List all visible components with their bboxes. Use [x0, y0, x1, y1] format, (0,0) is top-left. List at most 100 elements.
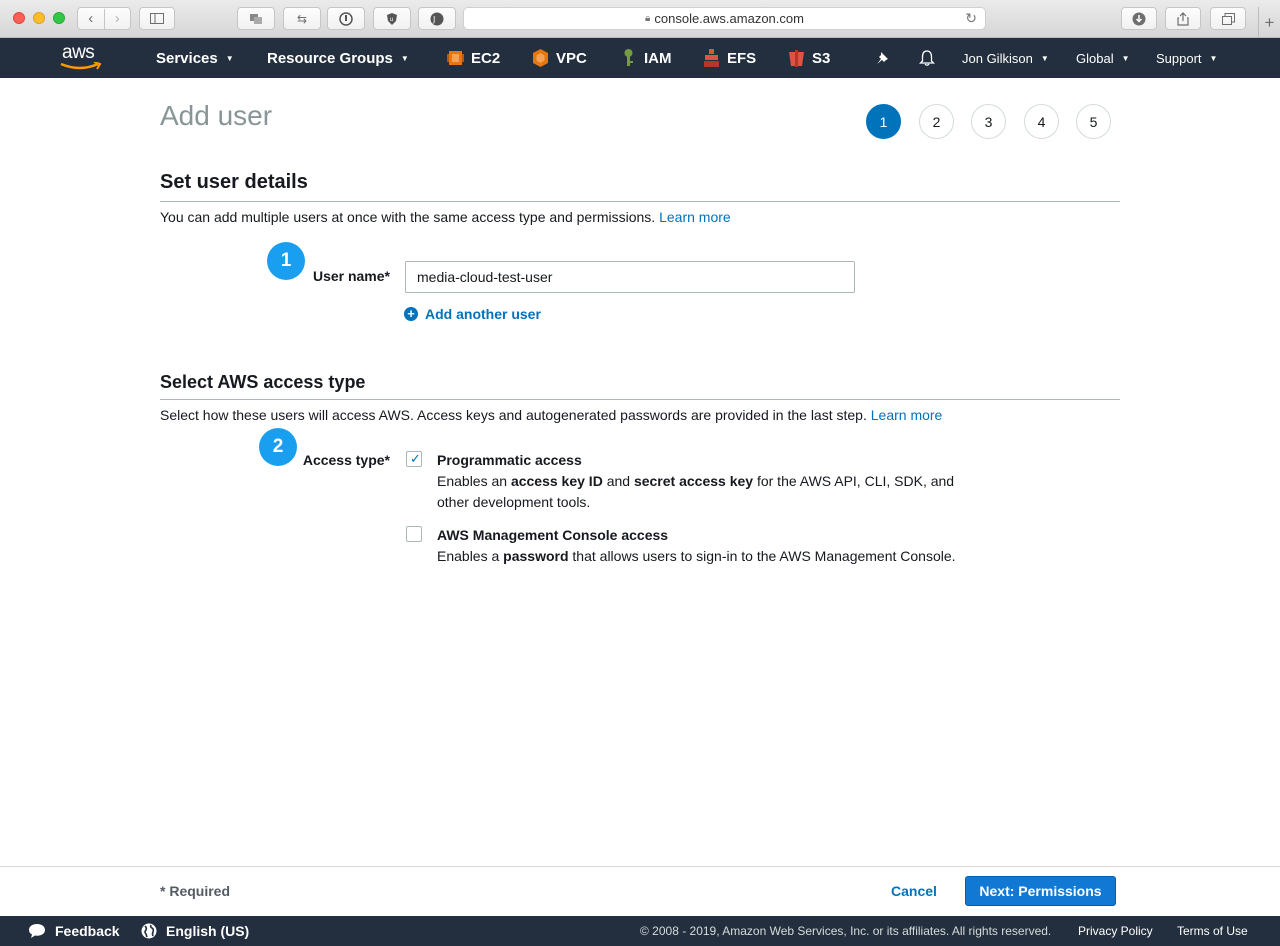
iam-label: IAM — [644, 49, 672, 67]
aws-top-nav: aws Services ▼ Resource Groups ▼ EC2 VPC I… — [0, 38, 1280, 78]
desc-text: Enables a — [437, 548, 504, 564]
ec2-label: EC2 — [471, 49, 501, 67]
bell-icon — [919, 50, 935, 66]
new-tab-button[interactable]: + — [1258, 7, 1280, 38]
efs-label: EFS — [727, 49, 757, 67]
svg-text:u: u — [390, 16, 394, 23]
console-access-checkbox[interactable] — [406, 526, 422, 542]
sidebar-toggle-button[interactable] — [139, 7, 175, 30]
learn-more-link[interactable]: Learn more — [659, 209, 731, 225]
caret-down-icon: ▼ — [1040, 53, 1049, 63]
downloads-button[interactable] — [1121, 7, 1157, 30]
shield-extension-button[interactable]: u — [373, 7, 411, 30]
s3-label: S3 — [812, 49, 831, 67]
cancel-button[interactable]: Cancel — [891, 883, 937, 899]
share-button[interactable] — [1165, 7, 1201, 30]
next-permissions-button[interactable]: Next: Permissions — [965, 876, 1116, 906]
learn-more-link[interactable]: Learn more — [871, 407, 943, 423]
extension-button-2[interactable]: ⇆ — [283, 7, 321, 30]
shortcut-efs[interactable]: EFS — [703, 38, 756, 78]
desc-text: and — [602, 473, 634, 489]
s3-bucket-icon — [789, 50, 804, 67]
account-menu[interactable]: Jon Gilkison ▼ — [962, 38, 1049, 78]
console-access-description: Enables a password that allows users to … — [437, 546, 1037, 567]
share-icon — [1177, 11, 1189, 26]
divider — [160, 201, 1120, 202]
aws-logo[interactable]: aws — [60, 42, 102, 72]
feedback-button[interactable]: Feedback — [28, 916, 120, 946]
desc-bold: password — [503, 548, 569, 564]
tabs-icon — [1221, 12, 1235, 25]
svg-text:J: J — [432, 15, 435, 24]
password-button[interactable] — [327, 7, 365, 30]
extension-icon — [250, 13, 262, 24]
user-details-description: You can add multiple users at once with … — [160, 209, 731, 225]
pin-button[interactable] — [876, 38, 890, 78]
programmatic-access-description: Enables an access key ID and secret acce… — [437, 471, 967, 513]
notifications-button[interactable] — [919, 38, 935, 78]
caret-down-icon: ▼ — [1209, 53, 1218, 63]
efs-icon — [704, 49, 719, 67]
caret-down-icon: ▼ — [400, 53, 409, 63]
access-type-label: Access type* — [302, 452, 390, 468]
language-label: English (US) — [166, 923, 250, 939]
back-button[interactable]: ‹ — [78, 8, 105, 29]
support-menu[interactable]: Support ▼ — [1156, 38, 1217, 78]
resource-groups-menu[interactable]: Resource Groups ▼ — [267, 38, 409, 78]
add-another-user-label: Add another user — [425, 306, 541, 322]
ec2-icon — [447, 51, 464, 65]
region-menu[interactable]: Global ▼ — [1076, 38, 1130, 78]
minimize-window-button[interactable] — [33, 12, 45, 24]
password-icon — [339, 11, 353, 26]
shortcut-s3[interactable]: S3 — [788, 38, 830, 78]
services-label: Services — [156, 49, 218, 67]
wizard-step-5[interactable]: 5 — [1076, 104, 1111, 139]
wizard-step-1[interactable]: 1 — [866, 104, 901, 139]
account-name: Jon Gilkison — [962, 50, 1033, 66]
lock-icon: 🔒︎ — [645, 13, 651, 24]
user-name-input[interactable] — [405, 261, 855, 293]
speech-bubble-icon — [29, 924, 45, 938]
shortcut-ec2[interactable]: EC2 — [447, 38, 500, 78]
address-bar[interactable]: 🔒︎ console.aws.amazon.com ↻ — [463, 7, 986, 30]
desc-bold: secret access key — [633, 473, 754, 489]
wizard-step-2[interactable]: 2 — [919, 104, 954, 139]
translate-extension-button[interactable]: J — [418, 7, 456, 30]
console-footer: Feedback English (US) © 2008 - 2019, Ama… — [0, 916, 1280, 946]
required-note: * Required — [160, 883, 231, 899]
pin-icon — [877, 52, 888, 64]
checkmark-icon: ✓ — [410, 451, 421, 466]
wizard-step-4[interactable]: 4 — [1024, 104, 1059, 139]
forward-button[interactable]: › — [105, 9, 131, 29]
vpc-label: VPC — [556, 49, 587, 67]
extension-button-1[interactable] — [237, 7, 275, 30]
desc-text: Enables an — [437, 473, 511, 489]
sidebar-icon — [150, 13, 164, 24]
services-menu[interactable]: Services ▼ — [156, 38, 234, 78]
resource-groups-label: Resource Groups — [267, 49, 393, 67]
add-another-user-button[interactable]: + Add another user — [404, 306, 541, 322]
reload-icon[interactable]: ↻ — [965, 10, 977, 27]
translate-icon: J — [430, 12, 444, 25]
privacy-policy-link[interactable]: Privacy Policy — [1078, 916, 1153, 946]
vpc-icon — [533, 49, 548, 67]
access-type-description-text: Select how these users will access AWS. … — [160, 407, 867, 423]
shortcut-iam[interactable]: IAM — [620, 38, 672, 78]
terms-of-use-link[interactable]: Terms of Use — [1177, 916, 1248, 946]
back-forward-group: ‹ › — [77, 7, 131, 30]
user-details-heading: Set user details — [160, 171, 308, 193]
divider — [160, 399, 1120, 400]
shortcut-vpc[interactable]: VPC — [532, 38, 587, 78]
tabs-overview-button[interactable] — [1210, 7, 1246, 30]
support-label: Support — [1156, 50, 1202, 66]
language-selector[interactable]: English (US) — [141, 916, 249, 946]
console-access-title: AWS Management Console access — [437, 527, 669, 543]
access-type-heading: Select AWS access type — [160, 372, 366, 392]
zoom-window-button[interactable] — [53, 12, 65, 24]
programmatic-access-checkbox[interactable]: ✓ — [406, 451, 422, 467]
close-window-button[interactable] — [13, 12, 25, 24]
wizard-step-3[interactable]: 3 — [971, 104, 1006, 139]
region-label: Global — [1076, 50, 1114, 66]
globe-icon — [141, 923, 157, 939]
caret-down-icon: ▼ — [225, 53, 234, 63]
